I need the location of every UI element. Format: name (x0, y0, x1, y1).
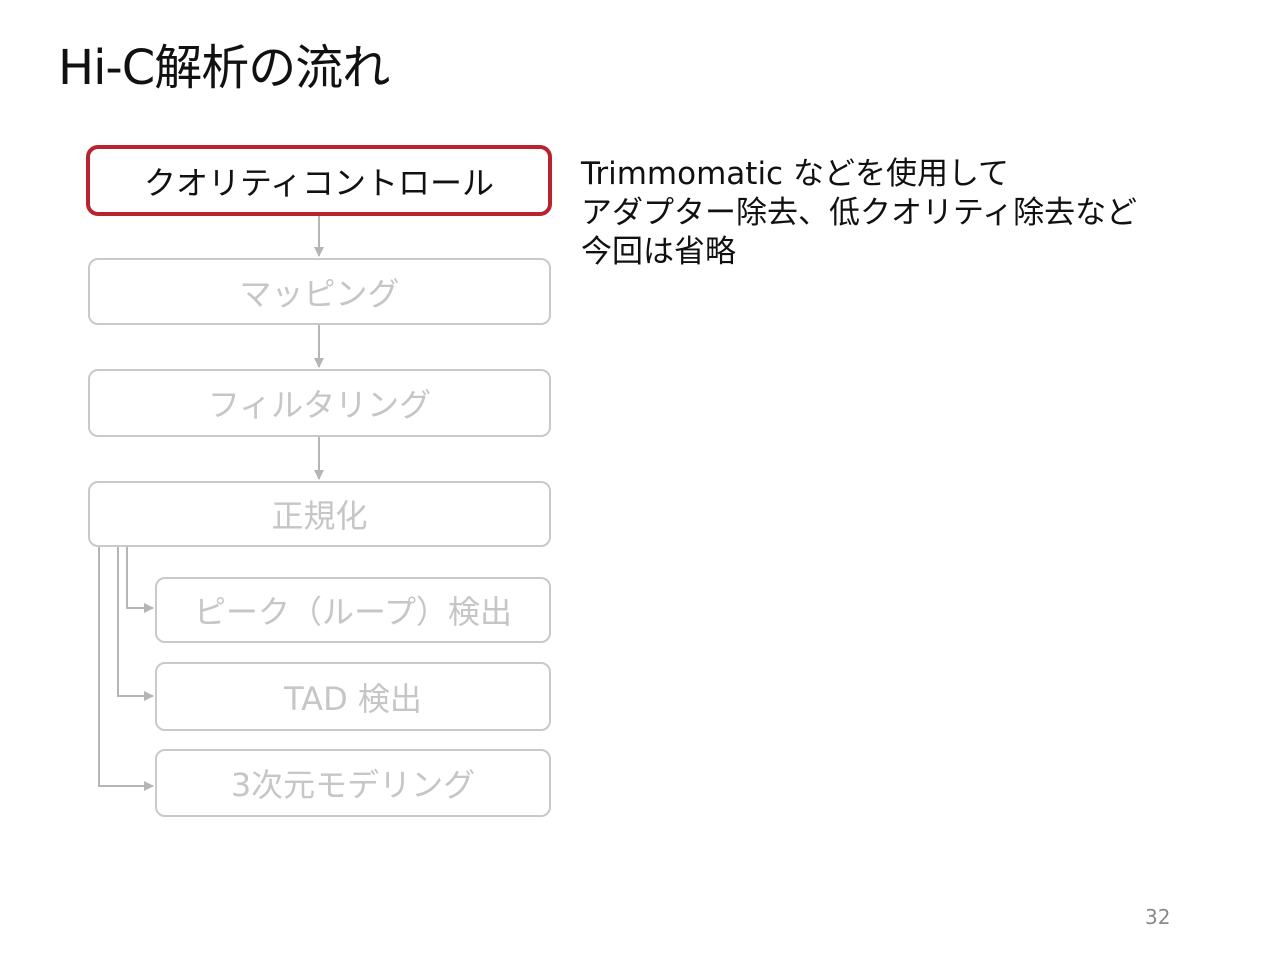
step-filtering-label: フィルタリング (207, 386, 432, 424)
description-line: Trimmomatic などを使用して (581, 156, 1010, 192)
step-quality-control: クオリティコントロール (86, 145, 552, 216)
page-number: 32 (1145, 905, 1171, 929)
step-mapping-label: マッピング (239, 274, 400, 313)
step-normalization: 正規化 (88, 481, 551, 547)
step-3d-modeling: 3次元モデリング (155, 749, 551, 817)
step-quality-control-label: クオリティコントロール (143, 163, 495, 202)
step-description: Trimmomatic などを使用して アダプター除去、低クオリティ除去など 今… (581, 155, 1261, 272)
arrow-normalization-to-tad (117, 547, 154, 701)
arrow-normalization-to-peak (126, 547, 154, 613)
arrow-normalization-to-3d (98, 547, 154, 791)
step-tad-detection-label: TAD 検出 (284, 679, 422, 718)
step-peak-loop-detection: ピーク（ループ）検出 (155, 577, 551, 643)
step-peak-loop-detection-label: ピーク（ループ）検出 (193, 593, 513, 631)
step-mapping: マッピング (88, 258, 551, 325)
description-line: アダプター除去、低クオリティ除去など (581, 195, 1138, 231)
step-normalization-label: 正規化 (271, 497, 368, 535)
step-filtering: フィルタリング (88, 369, 551, 437)
step-tad-detection: TAD 検出 (155, 662, 551, 731)
slide-title: Hi-C解析の流れ (58, 40, 390, 96)
step-3d-modeling-label: 3次元モデリング (230, 766, 476, 804)
description-line: 今回は省略 (581, 234, 736, 270)
